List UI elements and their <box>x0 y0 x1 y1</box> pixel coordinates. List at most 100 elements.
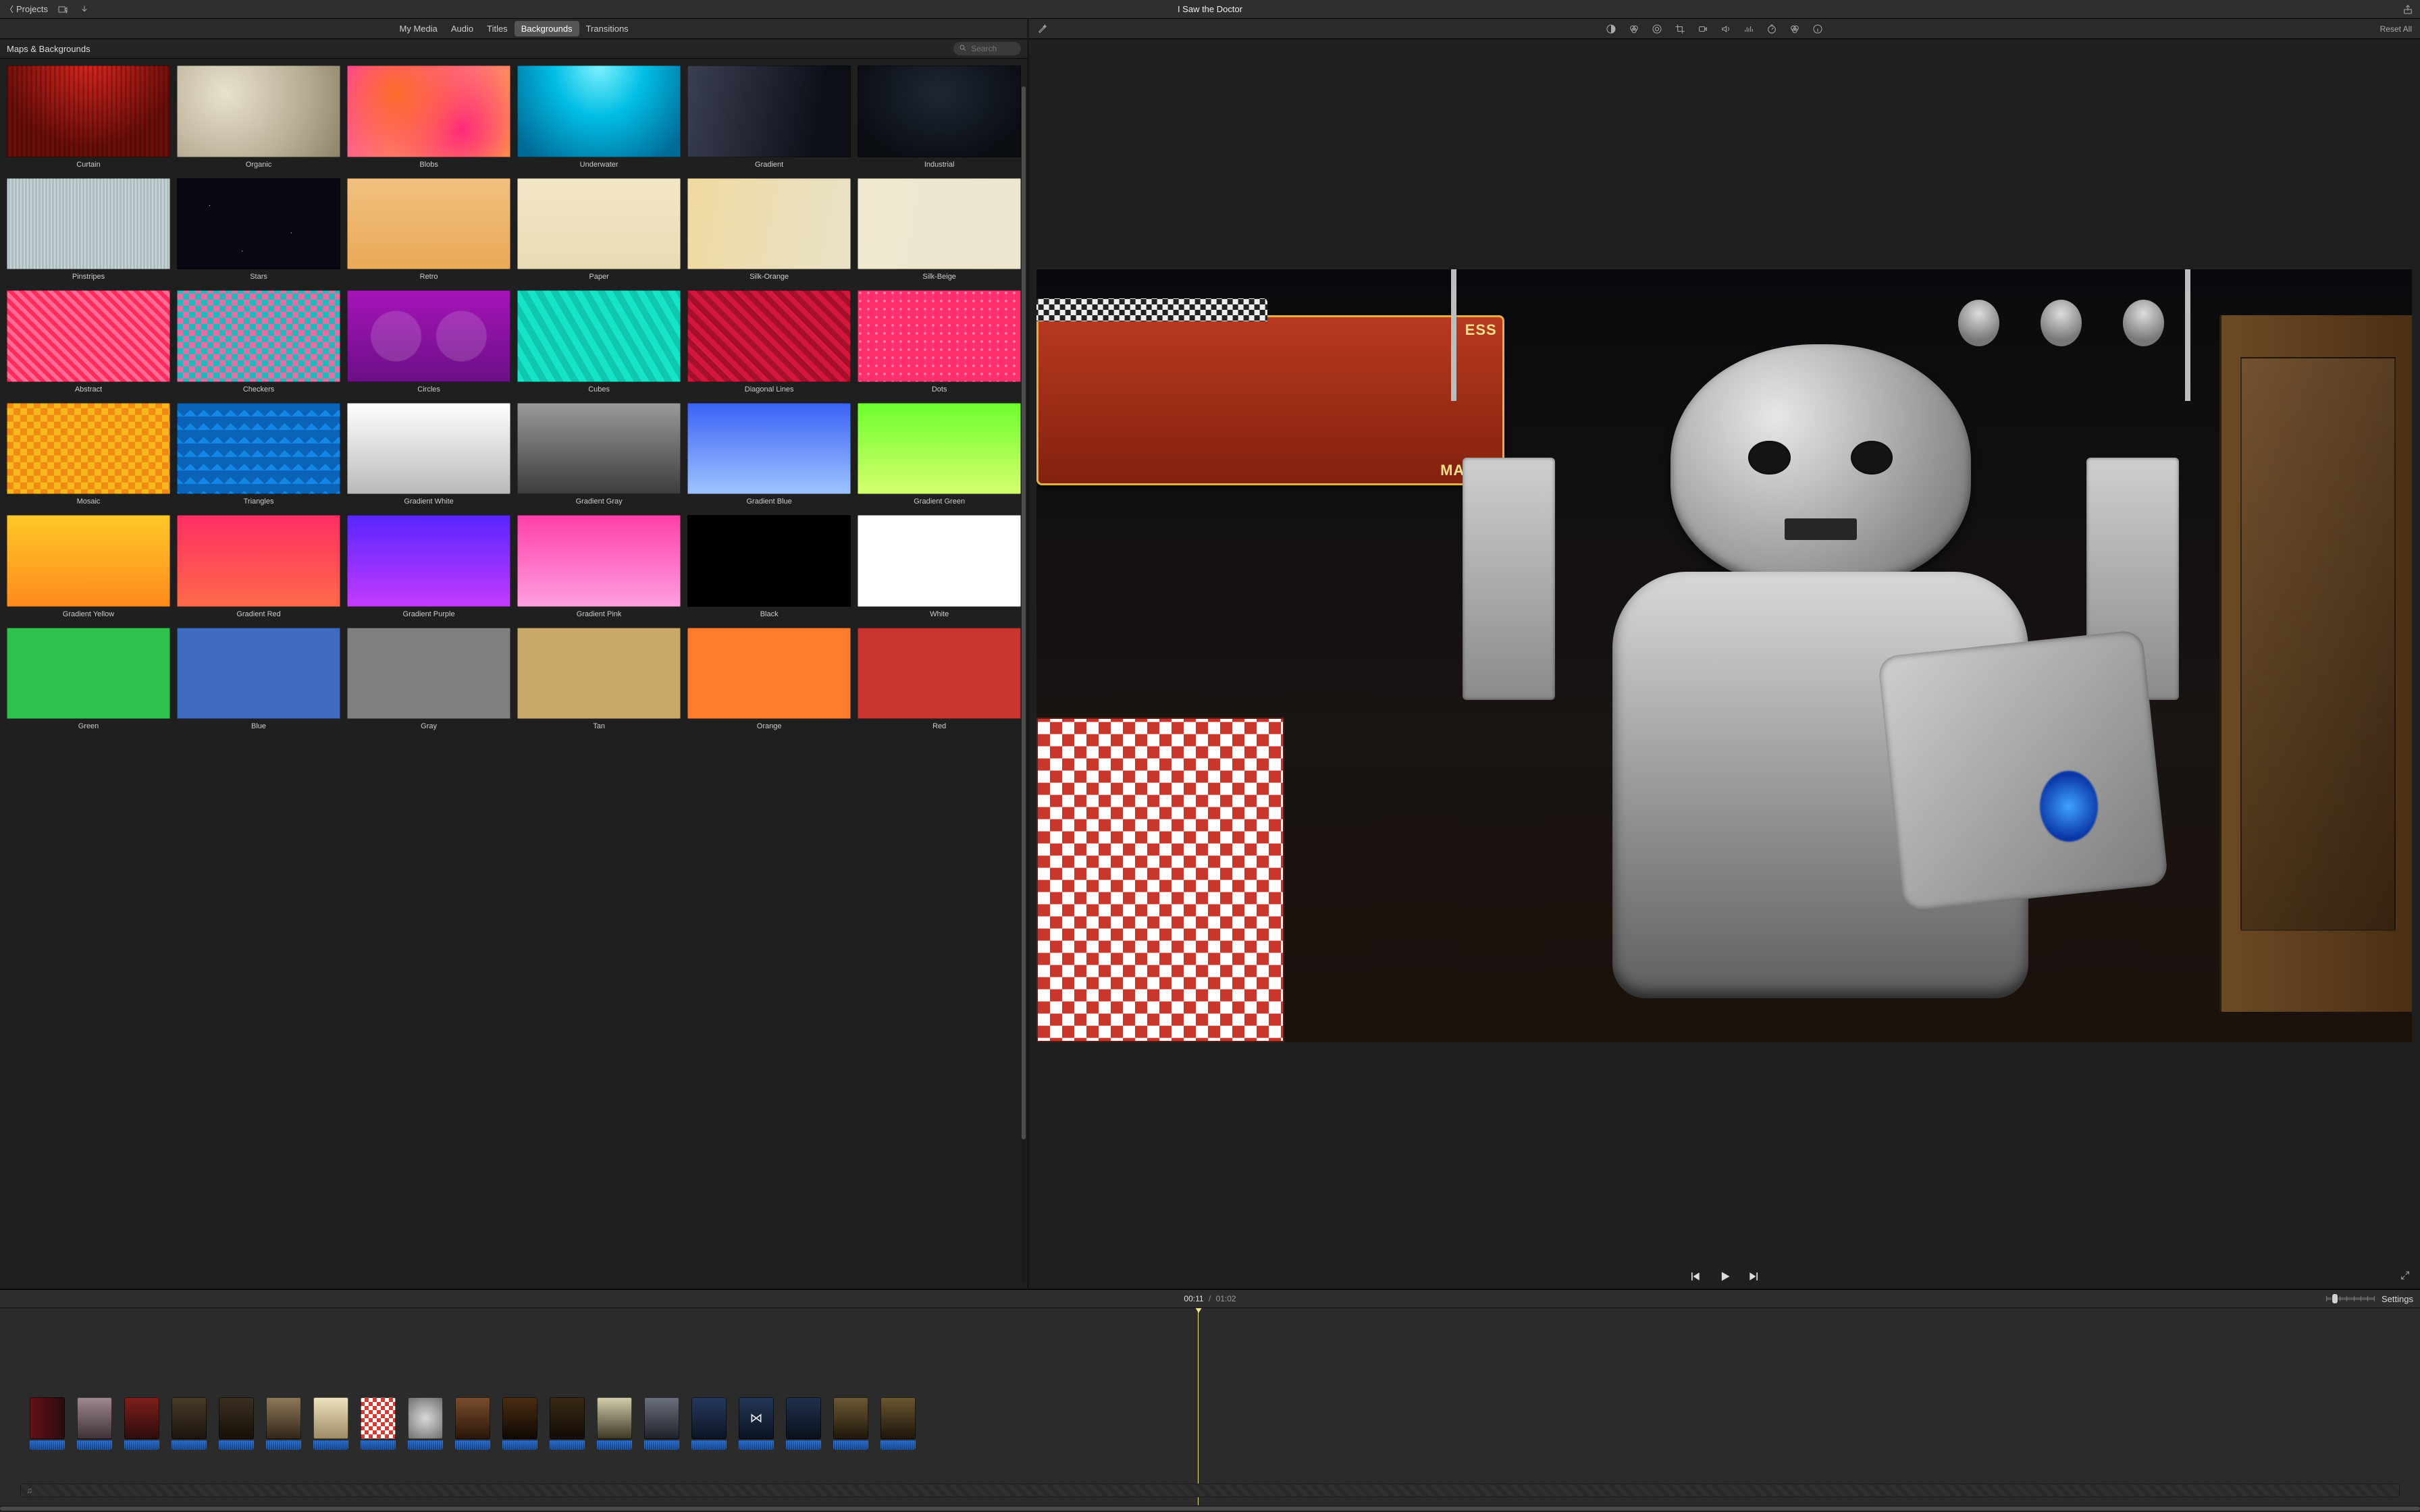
timeline-clip[interactable] <box>644 1397 679 1450</box>
timeline-clip[interactable] <box>597 1397 632 1450</box>
thumb-swatch[interactable] <box>7 178 170 270</box>
enhance-button[interactable] <box>1605 23 1617 35</box>
thumbnails-scroll[interactable]: CurtainOrganicBlobsUnderwaterGradientInd… <box>0 58 1028 1289</box>
thumb-swatch[interactable] <box>517 628 681 720</box>
noise-reduction-button[interactable] <box>1743 23 1755 35</box>
background-thumb[interactable]: Cubes <box>517 290 681 394</box>
search-box[interactable] <box>953 42 1021 55</box>
timeline-clip[interactable] <box>361 1397 396 1450</box>
tab-audio[interactable]: Audio <box>444 21 480 36</box>
background-thumb[interactable]: Gradient <box>687 65 851 169</box>
thumb-swatch[interactable] <box>177 515 340 607</box>
timeline-clip[interactable] <box>408 1397 443 1450</box>
video-preview[interactable]: ESS MATON <box>1036 269 2412 1043</box>
timeline-clip[interactable] <box>30 1397 65 1450</box>
background-thumb[interactable]: Green <box>7 628 170 731</box>
background-thumb[interactable]: Blobs <box>347 65 510 169</box>
background-thumb[interactable]: Gradient Green <box>858 403 1021 506</box>
background-thumb[interactable]: Industrial <box>858 65 1021 169</box>
speed-button[interactable] <box>1766 23 1778 35</box>
thumb-swatch[interactable] <box>7 628 170 720</box>
timeline[interactable]: ♫ <box>0 1308 2420 1505</box>
filters-button[interactable] <box>1789 23 1801 35</box>
thumb-swatch[interactable] <box>347 65 510 157</box>
timeline-settings-button[interactable]: Settings <box>2382 1294 2413 1304</box>
background-thumb[interactable]: Underwater <box>517 65 681 169</box>
timeline-clip[interactable] <box>219 1397 254 1450</box>
stabilize-button[interactable] <box>1697 23 1709 35</box>
background-thumb[interactable]: Gray <box>347 628 510 731</box>
import-media-button[interactable] <box>56 3 70 16</box>
tab-titles[interactable]: Titles <box>480 21 515 36</box>
timeline-clip[interactable] <box>502 1397 537 1450</box>
background-thumb[interactable]: Triangles <box>177 403 340 506</box>
thumb-swatch[interactable] <box>177 628 340 720</box>
background-thumb[interactable]: Abstract <box>7 290 170 394</box>
thumb-swatch[interactable] <box>7 403 170 495</box>
background-thumb[interactable]: Silk-Beige <box>858 178 1021 281</box>
timeline-clip[interactable] <box>880 1397 916 1450</box>
reset-all-button[interactable]: Reset All <box>2380 24 2412 34</box>
timeline-clip[interactable] <box>739 1397 774 1450</box>
thumb-swatch[interactable] <box>7 515 170 607</box>
background-thumb[interactable]: Orange <box>687 628 851 731</box>
thumb-swatch[interactable] <box>858 515 1021 607</box>
background-thumb[interactable]: Black <box>687 515 851 618</box>
background-thumb[interactable]: Paper <box>517 178 681 281</box>
thumb-swatch[interactable] <box>517 515 681 607</box>
timeline-clip[interactable] <box>833 1397 868 1450</box>
thumb-swatch[interactable] <box>517 178 681 270</box>
playhead[interactable] <box>1198 1308 1199 1505</box>
fullscreen-button[interactable] <box>2400 1270 2411 1283</box>
thumb-swatch[interactable] <box>517 403 681 495</box>
background-thumb[interactable]: Curtain <box>7 65 170 169</box>
background-thumb[interactable]: White <box>858 515 1021 618</box>
background-thumb[interactable]: Gradient Purple <box>347 515 510 618</box>
prev-frame-button[interactable] <box>1687 1269 1702 1284</box>
share-button[interactable] <box>2401 3 2415 16</box>
thumb-swatch[interactable] <box>177 403 340 495</box>
thumb-swatch[interactable] <box>7 65 170 157</box>
background-thumb[interactable]: Gradient Blue <box>687 403 851 506</box>
background-thumb[interactable]: Retro <box>347 178 510 281</box>
thumb-swatch[interactable] <box>177 65 340 157</box>
background-thumb[interactable]: Diagonal Lines <box>687 290 851 394</box>
tab-backgrounds[interactable]: Backgrounds <box>515 21 579 36</box>
thumb-swatch[interactable] <box>7 290 170 382</box>
thumb-swatch[interactable] <box>347 403 510 495</box>
timeline-clip[interactable] <box>455 1397 490 1450</box>
background-thumb[interactable]: Gradient White <box>347 403 510 506</box>
background-thumb[interactable]: Mosaic <box>7 403 170 506</box>
background-thumb[interactable]: Dots <box>858 290 1021 394</box>
background-thumb[interactable]: Silk-Orange <box>687 178 851 281</box>
thumb-swatch[interactable] <box>177 290 340 382</box>
background-thumb[interactable]: Tan <box>517 628 681 731</box>
timeline-clip[interactable] <box>313 1397 348 1450</box>
thumb-swatch[interactable] <box>347 290 510 382</box>
background-thumb[interactable]: Pinstripes <box>7 178 170 281</box>
info-button[interactable] <box>1812 23 1824 35</box>
thumb-swatch[interactable] <box>858 65 1021 157</box>
thumb-swatch[interactable] <box>687 178 851 270</box>
background-thumb[interactable]: Checkers <box>177 290 340 394</box>
music-track-empty[interactable]: ♫ <box>20 1484 2400 1497</box>
thumb-swatch[interactable] <box>347 178 510 270</box>
transition-icon[interactable] <box>739 1397 774 1439</box>
thumb-swatch[interactable] <box>687 290 851 382</box>
background-thumb[interactable]: Gradient Pink <box>517 515 681 618</box>
timeline-clip[interactable] <box>124 1397 159 1450</box>
thumb-swatch[interactable] <box>687 65 851 157</box>
timeline-clip[interactable] <box>691 1397 727 1450</box>
thumb-swatch[interactable] <box>517 65 681 157</box>
background-thumb[interactable]: Organic <box>177 65 340 169</box>
background-thumb[interactable]: Blue <box>177 628 340 731</box>
timeline-clip[interactable] <box>550 1397 585 1450</box>
thumb-swatch[interactable] <box>347 628 510 720</box>
next-frame-button[interactable] <box>1747 1269 1762 1284</box>
timeline-clip[interactable] <box>266 1397 301 1450</box>
thumb-swatch[interactable] <box>177 178 340 270</box>
background-thumb[interactable]: Red <box>858 628 1021 731</box>
thumb-swatch[interactable] <box>517 290 681 382</box>
background-thumb[interactable]: Stars <box>177 178 340 281</box>
crop-button[interactable] <box>1674 23 1686 35</box>
